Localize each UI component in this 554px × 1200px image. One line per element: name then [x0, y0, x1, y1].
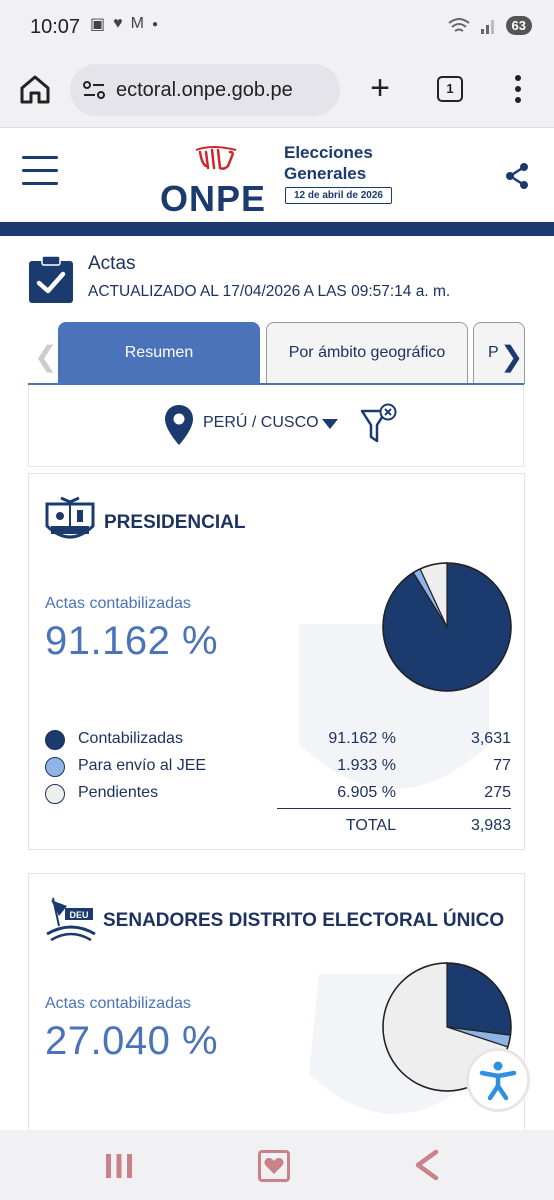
signal-icon: [480, 19, 494, 34]
region-select[interactable]: PERÚ / CUSCO: [203, 414, 319, 432]
deu-logo-text: DEU: [69, 910, 88, 920]
peru-shield-icon: [45, 496, 95, 539]
url-text: ectoral.onpe.gob.pe: [116, 78, 293, 101]
legend-row-jee: Para envío al JEE 1.933 % 77: [45, 754, 511, 780]
senadores-card: DEU SENADORES DISTRITO ELECTORAL ÚNICO A…: [28, 873, 525, 1143]
page-title: Actas: [88, 253, 136, 274]
actas-contabilizadas-label: Actas contabilizadas: [45, 995, 191, 1012]
recent-apps-icon[interactable]: [104, 1152, 134, 1180]
heart-icon: ♥: [113, 15, 123, 32]
status-bar: 10:07 ▣ ♥ M ● 63: [0, 0, 554, 56]
total-divider: [277, 808, 511, 809]
legend-pct: 6.905 %: [337, 784, 396, 801]
clear-filter-icon[interactable]: [360, 403, 400, 447]
notification-icons: ▣ ♥ M ●: [90, 14, 158, 34]
browser-toolbar: ectoral.onpe.gob.pe + 1: [0, 56, 554, 128]
system-nav-bar: [0, 1130, 554, 1200]
back-icon[interactable]: [412, 1148, 442, 1182]
hamburger-menu-icon[interactable]: [22, 156, 58, 188]
dot-icon: ●: [151, 18, 158, 30]
address-bar[interactable]: ectoral.onpe.gob.pe: [70, 64, 340, 116]
legend-pct: 91.162 %: [328, 730, 396, 747]
election-title: Elecciones Generales: [284, 142, 373, 184]
actas-contabilizadas-pct: 27.040 %: [45, 1019, 219, 1063]
tabs-prev-icon[interactable]: ❮: [34, 340, 57, 373]
tab-por-ambito-geografico[interactable]: Por ámbito geográfico: [266, 322, 468, 384]
location-pin-icon: [165, 405, 193, 445]
legend-label: Pendientes: [78, 784, 159, 801]
tab-switcher-button[interactable]: 1: [437, 76, 463, 102]
legend-dot-jee: [45, 757, 65, 777]
legend-count: 275: [484, 784, 511, 801]
presidencial-card: PRESIDENCIAL Actas contabilizadas 91.162…: [28, 473, 525, 850]
nav-home-button[interactable]: [258, 1150, 290, 1182]
logo-text: ONPE: [160, 178, 267, 219]
legend-dot-pendientes: [45, 784, 65, 804]
election-title-line1: Elecciones: [284, 143, 373, 162]
screenshot-icon: ▣: [90, 16, 106, 33]
clipboard-check-icon: [29, 256, 73, 303]
legend-count: 3,631: [470, 730, 511, 747]
tabs-next-icon[interactable]: ❯: [500, 340, 523, 373]
home-icon[interactable]: [18, 72, 52, 106]
status-right: 63: [447, 16, 532, 35]
ballot-hand-icon: [195, 146, 237, 170]
pie-slice-contabilizadas: [446, 962, 512, 1036]
heart-icon: [264, 1157, 284, 1174]
share-icon[interactable]: [504, 162, 530, 190]
legend-dot-contabilizadas: [45, 730, 65, 750]
legend-row-total: TOTAL 3,983: [45, 814, 511, 840]
legend-row-pendientes: Pendientes 6.905 % 275: [45, 781, 511, 807]
legend-row-contabilizadas: Contabilizadas 91.162 % 3,631: [45, 727, 511, 753]
new-tab-button[interactable]: +: [364, 68, 396, 108]
more-options-icon[interactable]: [508, 72, 528, 106]
wifi-icon: [447, 17, 470, 32]
tab-resumen[interactable]: Resumen: [58, 322, 260, 384]
presidencial-title: PRESIDENCIAL: [104, 512, 246, 533]
election-title-line2: Generales: [284, 164, 367, 183]
total-label: TOTAL: [345, 817, 396, 834]
actas-contabilizadas-pct: 91.162 %: [45, 619, 219, 663]
status-time: 10:07: [30, 16, 81, 38]
onpe-logo[interactable]: ONPE: [160, 138, 275, 219]
election-date: 12 de abril de 2026: [285, 187, 392, 204]
legend-pct: 1.933 %: [337, 757, 396, 774]
battery-badge: 63: [505, 16, 532, 35]
legend-label: Contabilizadas: [78, 730, 183, 747]
accessibility-button[interactable]: [466, 1048, 530, 1112]
mail-icon: M: [130, 15, 144, 32]
actas-contabilizadas-label: Actas contabilizadas: [45, 595, 191, 612]
last-updated: ACTUALIZADO AL 17/04/2026 A LAS 09:57:14…: [88, 283, 451, 300]
senadores-title: SENADORES DISTRITO ELECTORAL ÚNICO: [103, 910, 505, 931]
site-settings-icon[interactable]: [82, 79, 106, 101]
site-header: ONPE Elecciones Generales 12 de abril de…: [0, 128, 554, 222]
legend-count: 77: [493, 757, 511, 774]
accessibility-icon: [473, 1055, 523, 1105]
total-count: 3,983: [470, 817, 511, 834]
presidencial-pie-chart: [382, 562, 512, 692]
legend-label: Para envío al JEE: [78, 757, 207, 774]
header-divider: [0, 222, 554, 236]
chevron-down-icon[interactable]: [322, 419, 338, 429]
deu-logo-icon: DEU: [46, 897, 96, 942]
